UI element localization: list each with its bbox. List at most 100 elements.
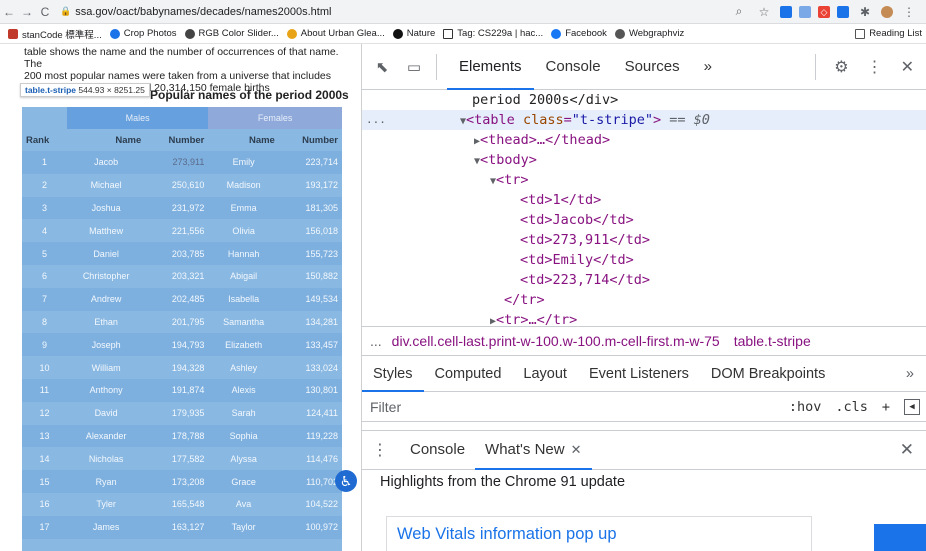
dom-line[interactable]: period 2000s</div>: [362, 90, 926, 110]
male-name-cell: Christopher: [82, 271, 130, 282]
dom-line[interactable]: <td>Emily</td>: [362, 250, 926, 270]
female-name-cell: Sarah: [231, 408, 256, 419]
tab-dom-breakpoints[interactable]: DOM Breakpoints: [700, 356, 836, 392]
dom-line-selected[interactable]: ... ▼<table class="t-stripe"> == $0: [362, 110, 926, 130]
whats-new-card-title[interactable]: Web Vitals information pop up: [397, 525, 617, 543]
male-number-cell: 173,208: [145, 470, 209, 493]
dom-line-dots[interactable]: ...: [366, 110, 386, 130]
reload-icon[interactable]: C: [36, 5, 54, 19]
close-icon[interactable]: ✕: [901, 57, 914, 77]
profile-avatar[interactable]: [881, 5, 893, 18]
close-drawer-icon[interactable]: ✕: [900, 440, 914, 460]
close-tab-icon[interactable]: ✕: [571, 442, 582, 457]
dom-line[interactable]: <td>Jacob</td>: [362, 210, 926, 230]
bookmark-favicon-icon: [184, 28, 195, 39]
extension-icon[interactable]: [799, 5, 811, 18]
dom-line[interactable]: ▼<tbody>: [362, 150, 926, 170]
male-name-cell: Jacob: [66, 151, 146, 174]
toggle-sidebar-icon[interactable]: ◀: [904, 398, 920, 415]
cls-toggle[interactable]: .cls: [835, 399, 868, 415]
dom-line[interactable]: </tr>: [362, 290, 926, 310]
column-header-male-number: Number: [168, 134, 205, 146]
drawer-tab-whats-new[interactable]: What's New ✕: [475, 430, 592, 470]
breadcrumb-dots[interactable]: ...: [370, 333, 382, 349]
zoom-icon[interactable]: ⌕: [730, 4, 748, 19]
dom-line[interactable]: ▶<tr>…</tr>: [362, 310, 926, 326]
male-name-cell: Ethan: [94, 316, 118, 327]
extension-icon[interactable]: [837, 5, 849, 18]
female-name-cell: Alyssa: [230, 453, 257, 464]
column-header-rank: Rank: [26, 134, 50, 146]
tab-sources[interactable]: Sources: [613, 44, 692, 90]
dom-line[interactable]: ▶<thead>…</thead>: [362, 130, 926, 150]
tab-elements[interactable]: Elements: [447, 44, 534, 90]
dom-tree[interactable]: period 2000s</div> ... ▼<table class="t-…: [362, 90, 926, 326]
dom-line[interactable]: <td>223,714</td>: [362, 270, 926, 290]
female-number-cell: 133,024: [305, 362, 338, 373]
forward-arrow-icon[interactable]: →: [18, 5, 36, 19]
bookmark[interactable]: About Urban Glea...: [286, 28, 385, 39]
gear-icon[interactable]: ⚙: [834, 57, 848, 77]
bookmark[interactable]: Nature: [392, 28, 435, 39]
whats-new-card[interactable]: Web Vitals information pop up: [386, 516, 812, 551]
rank-cell: 6: [41, 271, 47, 282]
accessibility-icon[interactable]: ♿: [335, 470, 357, 492]
tab-event-listeners[interactable]: Event Listeners: [578, 356, 700, 392]
drawer-tab-console[interactable]: Console: [400, 430, 475, 470]
new-style-rule-button[interactable]: +: [882, 399, 890, 415]
rank-cell: 17: [22, 515, 67, 539]
rank-cell: 15: [22, 470, 67, 493]
inspect-element-icon[interactable]: ⬉: [370, 58, 394, 76]
male-name-cell: Joshua: [66, 196, 146, 220]
bookmark-favicon-icon: [443, 28, 454, 39]
rank-cell: 16: [39, 499, 50, 510]
male-number-cell: 163,127: [145, 515, 209, 539]
extension-icon[interactable]: ◇: [818, 5, 830, 18]
table-row: 15 Ryan 173,208 Grace 110,702: [22, 470, 342, 493]
tab-computed[interactable]: Computed: [424, 356, 513, 392]
names-table[interactable]: Males Females Rank Name Number Name Numb…: [22, 107, 342, 539]
facebook-icon: [551, 28, 562, 39]
dom-line[interactable]: <td>1</td>: [362, 190, 926, 210]
star-icon[interactable]: ☆: [755, 5, 773, 19]
bookmark[interactable]: Crop Photos: [109, 28, 177, 39]
male-name-cell: Ryan: [66, 470, 146, 493]
devtools-tabbar: ⬉ ▭ Elements Console Sources » ⚙ ⋮ ✕: [362, 44, 926, 90]
table-row: 9 Joseph 194,793 Elizabeth 133,457: [22, 333, 342, 357]
styles-filter-input[interactable]: Filter: [370, 399, 401, 415]
bookmark[interactable]: stanCode 標準程...: [8, 27, 102, 41]
table-caption: Popular names of the period 2000s: [150, 88, 349, 102]
dom-line[interactable]: ▼<tr>: [362, 170, 926, 190]
address-bar[interactable]: 🔒 ssa.gov/oact/babynames/decades/names20…: [60, 6, 730, 18]
kebab-menu-icon[interactable]: ⋮: [867, 57, 883, 77]
divider: [436, 53, 437, 80]
reading-list-button[interactable]: Reading List: [855, 28, 922, 39]
female-name-cell: Elizabeth: [208, 333, 279, 357]
female-number-cell: 156,018: [305, 225, 338, 236]
back-arrow-icon[interactable]: ←: [0, 5, 18, 19]
drawer-menu-icon[interactable]: ⋮: [372, 440, 388, 460]
bookmark[interactable]: RGB Color Slider...: [184, 28, 279, 39]
dom-line[interactable]: <td>273,911</td>: [362, 230, 926, 250]
breadcrumb-item-div[interactable]: div.cell.cell-last.print-w-100.w-100.m-c…: [392, 333, 720, 349]
hov-toggle[interactable]: :hov: [789, 399, 822, 415]
extension-icon[interactable]: [780, 5, 792, 18]
device-toolbar-icon[interactable]: ▭: [402, 58, 426, 76]
browser-menu-icon[interactable]: ⋮: [900, 5, 918, 19]
puzzle-icon[interactable]: ✱: [856, 5, 874, 19]
web-page: table shows the name and the number of o…: [0, 44, 362, 551]
tab-layout[interactable]: Layout: [512, 356, 578, 392]
url-text[interactable]: ssa.gov/oact/babynames/decades/names2000…: [75, 6, 331, 18]
bookmark[interactable]: Webgraphviz: [614, 28, 684, 39]
tab-styles[interactable]: Styles: [362, 356, 424, 392]
bookmark[interactable]: Facebook: [551, 28, 607, 39]
tab-console[interactable]: Console: [534, 44, 613, 90]
bookmark-favicon-icon: [109, 28, 120, 39]
female-number-cell: 193,172: [305, 180, 338, 191]
more-subtabs-button[interactable]: »: [906, 366, 914, 382]
bookmark[interactable]: Tag: CS229a | hac...: [443, 28, 543, 39]
male-number-cell: 221,556: [171, 225, 205, 236]
breadcrumb-item-table[interactable]: table.t-stripe: [734, 333, 811, 349]
more-tabs-button[interactable]: »: [692, 44, 724, 90]
female-number-cell: 149,534: [278, 287, 342, 311]
